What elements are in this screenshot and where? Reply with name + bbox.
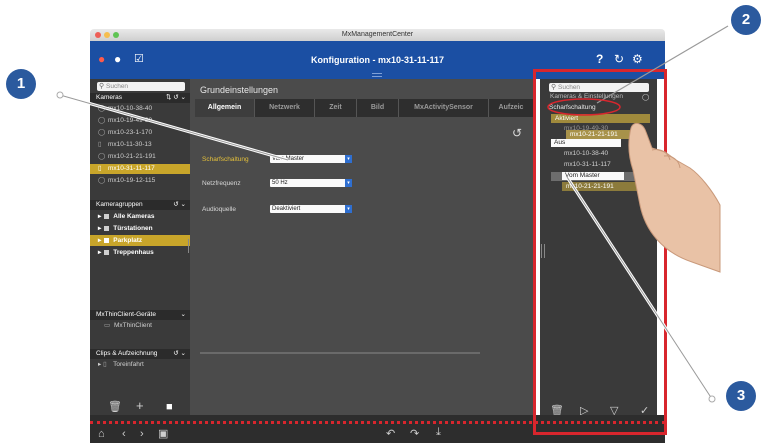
callout-dot-3 [708, 395, 716, 403]
callout-badge-1: 1 [6, 69, 36, 99]
pointing-hand-icon [628, 122, 721, 273]
callout-line-2 [596, 25, 729, 104]
callout-badge-3: 3 [726, 381, 756, 411]
callout-line-1 [59, 94, 289, 161]
callout-badge-2: 2 [731, 5, 761, 35]
scharfschaltung-circle [547, 98, 621, 116]
callout-overlay [56, 25, 729, 403]
callout-dot-1 [56, 91, 64, 99]
